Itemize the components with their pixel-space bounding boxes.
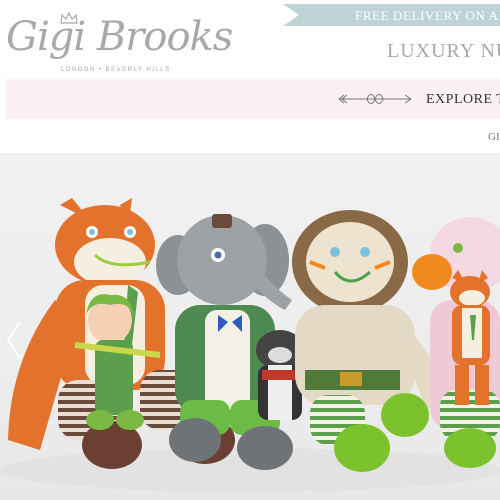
brand-subtitle: LONDON • BEVERLY HILLS [61,67,171,73]
lion-toy [292,210,445,472]
delivery-banner-text: FREE DELIVERY ON ALL [355,8,500,23]
knitted-toy-animals-photo [0,198,500,492]
explore-link[interactable]: EXPLORE T [426,92,500,108]
nav-link-partial[interactable]: GI [488,131,500,143]
brand-logo[interactable]: Gigi Brooks LONDON • BEVERLY HILLS [6,10,233,73]
arrow-ornament-icon [338,94,412,104]
page-tagline: LUXURY NU [387,40,500,62]
chevron-left-icon[interactable] [6,320,22,360]
brand-name: Gigi Brooks [6,14,233,60]
hero-image [0,153,500,500]
